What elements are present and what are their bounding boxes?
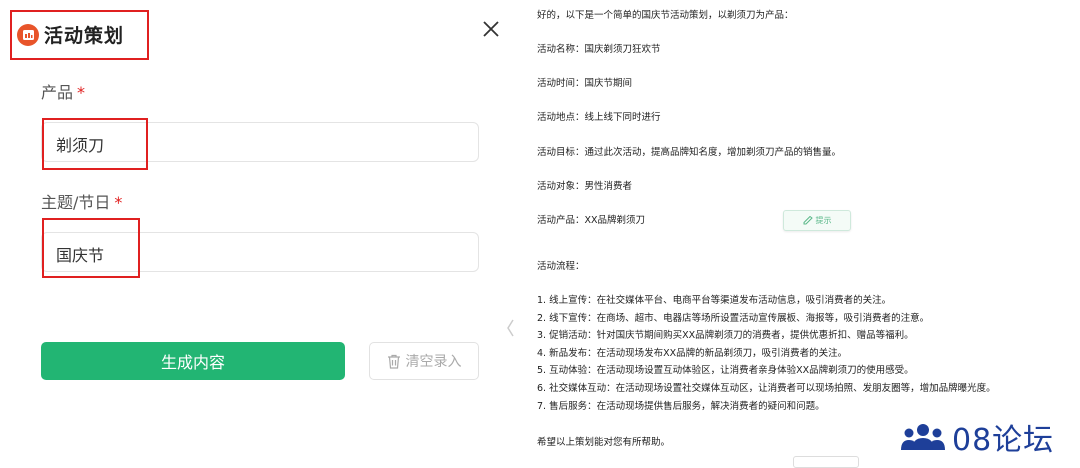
generate-button[interactable]: 生成内容 — [41, 342, 345, 380]
result-line: 7. 售后服务：在活动现场提供售后服务，解决消费者的疑问和问题。 — [537, 401, 825, 412]
app-title-row: 活动策划 — [17, 21, 124, 48]
users-icon — [901, 424, 945, 450]
clear-button-label: 清空录入 — [405, 354, 462, 370]
result-line: 1. 线上宣传：在社交媒体平台、电商平台等渠道发布活动信息，吸引消费者的关注。 — [537, 295, 892, 306]
result-line: 活动流程： — [537, 261, 585, 272]
tip-chip[interactable]: 提示 — [783, 210, 851, 231]
theme-label: 主题/节日 * — [41, 193, 123, 212]
result-line: 活动产品：XX品牌剃须刀 — [537, 215, 646, 226]
required-mark: * — [77, 83, 86, 102]
result-line: 6. 社交媒体互动：在活动现场设置社交媒体互动区，让消费者可以现场拍照、发朋友圈… — [537, 383, 996, 394]
result-line: 5. 互动体验：在活动现场设置互动体验区，让消费者亲身体验XX品牌剃须刀的使用感… — [537, 365, 914, 376]
required-mark: * — [114, 193, 123, 212]
result-line: 活动对象：男性消费者 — [537, 181, 633, 192]
product-label: 产品 * — [41, 83, 86, 102]
result-line: 希望以上策划能对您有所帮助。 — [537, 437, 671, 448]
edit-icon — [803, 216, 813, 225]
clear-button[interactable]: 清空录入 — [369, 342, 479, 380]
scroll-handle[interactable] — [505, 318, 515, 338]
page-title: 活动策划 — [44, 25, 125, 47]
result-line: 活动名称：国庆剃须刀狂欢节 — [537, 44, 661, 55]
result-line: 3. 促销活动：针对国庆节期间购买XX品牌剃须刀的消费者，提供优惠折扣、赠品等福… — [537, 330, 914, 341]
trash-icon — [387, 354, 400, 369]
close-icon[interactable] — [482, 20, 504, 42]
result-line: 活动时间：国庆节期间 — [537, 78, 633, 89]
result-panel: 好的，以下是一个简单的国庆节活动策划，以剃须刀为产品： 活动名称：国庆剃须刀狂欢… — [515, 0, 1080, 468]
result-line: 2. 线下宣传：在商场、超市、电器店等场所设置活动宣传展板、海报等，吸引消费者的… — [537, 313, 930, 324]
result-line: 活动目标：通过此次活动，提高品牌知名度，增加剃须刀产品的销售量。 — [537, 147, 842, 158]
watermark-text: 08论坛 — [952, 423, 1055, 458]
activity-form-panel: 活动策划 产品 * 剃须刀 主题/节日 * 国庆节 生成内容 清空录入 — [0, 0, 515, 463]
calendar-icon — [17, 23, 39, 46]
result-line: 活动地点：线上线下同时进行 — [537, 112, 661, 123]
highlight-product — [42, 118, 148, 170]
highlight-theme — [42, 218, 140, 278]
forum-watermark: 08论坛 — [900, 415, 1054, 459]
result-line: 好的，以下是一个简单的国庆节活动策划，以剃须刀为产品： — [537, 10, 794, 21]
action-chip[interactable] — [793, 456, 859, 468]
result-line: 4. 新品发布：在活动现场发布XX品牌的新品剃须刀，吸引消费者的关注。 — [537, 348, 848, 359]
